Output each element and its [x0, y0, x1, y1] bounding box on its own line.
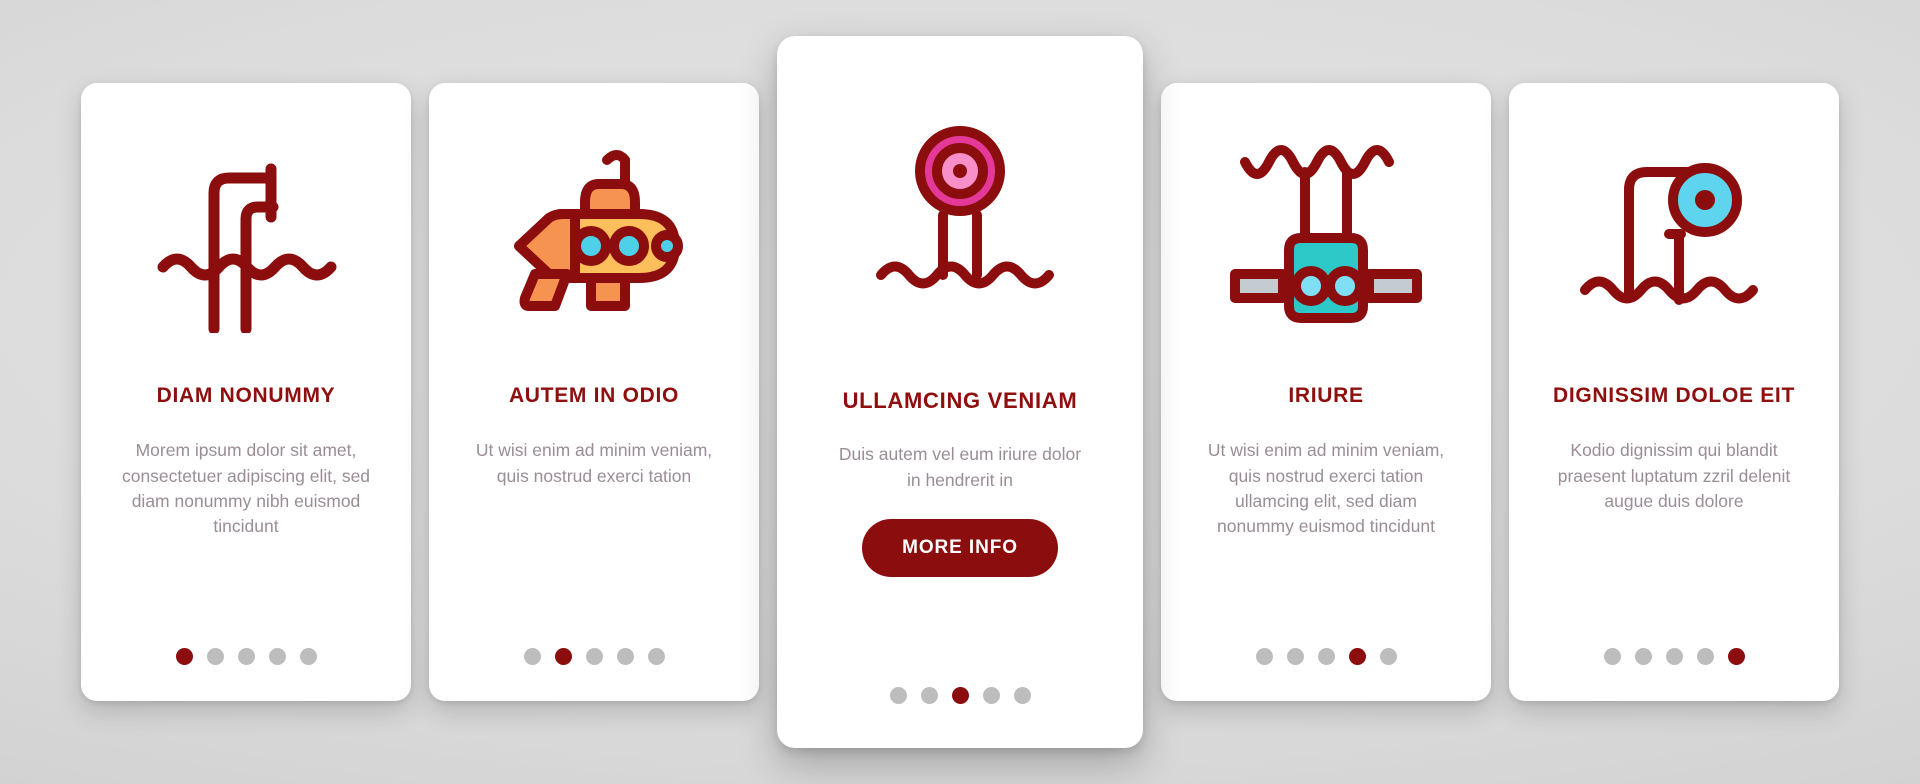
pagination-dot[interactable] — [1665, 648, 1683, 665]
pagination-dot[interactable] — [1379, 648, 1397, 665]
marker-buoy-icon — [803, 36, 1117, 388]
pagination-dot[interactable] — [920, 687, 938, 704]
card-body: Duis autem vel eum iriure dolor in hendr… — [838, 444, 1082, 490]
pagination-dots[interactable] — [1603, 648, 1745, 665]
pagination-dot[interactable] — [1013, 687, 1031, 704]
onboarding-card-2[interactable]: AUTEM IN ODIO Ut wisi enim ad minim veni… — [429, 83, 759, 701]
card-title: ULLAMCING VENIAM — [842, 388, 1078, 413]
pagination-dot[interactable] — [237, 648, 255, 665]
onboarding-card-5[interactable]: DIGNISSIM DOLOE EIT Kodio dignissim qui … — [1509, 83, 1839, 701]
card-title: DIGNISSIM DOLOE EIT — [1553, 384, 1795, 407]
pagination-dot[interactable] — [299, 648, 317, 665]
pagination-dot[interactable] — [585, 648, 603, 665]
pagination-dots[interactable] — [889, 687, 1031, 704]
pagination-dot[interactable] — [1634, 648, 1652, 665]
card-title: AUTEM IN ODIO — [508, 384, 680, 407]
onboarding-card-4[interactable]: IRIURE Ut wisi enim ad minim veniam, qui… — [1161, 83, 1491, 701]
submarine-icon — [451, 83, 737, 383]
pagination-dot[interactable] — [268, 648, 286, 665]
pagination-dot[interactable] — [951, 687, 969, 704]
periscope-above-water-icon — [103, 83, 389, 383]
card-title: DIAM NONUMMY — [156, 384, 336, 407]
onboarding-card-1[interactable]: DIAM NONUMMY Morem ipsum dolor sit amet,… — [81, 83, 411, 701]
pagination-dot[interactable] — [1255, 648, 1273, 665]
onboarding-screens-stage: DIAM NONUMMY Morem ipsum dolor sit amet,… — [0, 0, 1920, 784]
pagination-dot[interactable] — [889, 687, 907, 704]
pagination-dot[interactable] — [1727, 648, 1745, 665]
pagination-dot[interactable] — [554, 648, 572, 665]
pagination-dots[interactable] — [175, 648, 317, 665]
pagination-dot[interactable] — [1603, 648, 1621, 665]
underwater-rov-icon — [1183, 83, 1469, 383]
pagination-dot[interactable] — [647, 648, 665, 665]
pagination-dot[interactable] — [1348, 648, 1366, 665]
card-body: Kodio dignissim qui blandit praesent lup… — [1557, 440, 1791, 511]
pagination-dots[interactable] — [1255, 648, 1397, 665]
card-title: IRIURE — [1288, 384, 1364, 407]
onboarding-card-3[interactable]: ULLAMCING VENIAM Duis autem vel eum iriu… — [777, 36, 1143, 748]
pagination-dot[interactable] — [1317, 648, 1335, 665]
card-body: Ut wisi enim ad minim veniam, quis nostr… — [475, 440, 713, 486]
pagination-dot[interactable] — [523, 648, 541, 665]
pagination-dot[interactable] — [206, 648, 224, 665]
pagination-dot[interactable] — [1286, 648, 1304, 665]
card-body: Morem ipsum dolor sit amet, consectetuer… — [121, 440, 371, 537]
onboarding-card-list: DIAM NONUMMY Morem ipsum dolor sit amet,… — [0, 0, 1920, 784]
pagination-dot[interactable] — [175, 648, 193, 665]
pagination-dot[interactable] — [982, 687, 1000, 704]
pagination-dot[interactable] — [616, 648, 634, 665]
pagination-dots[interactable] — [523, 648, 665, 665]
more-info-button[interactable]: MORE INFO — [862, 519, 1058, 578]
card-body: Ut wisi enim ad minim veniam, quis nostr… — [1207, 440, 1445, 537]
pagination-dot[interactable] — [1696, 648, 1714, 665]
periscope-lens-icon — [1531, 83, 1817, 383]
